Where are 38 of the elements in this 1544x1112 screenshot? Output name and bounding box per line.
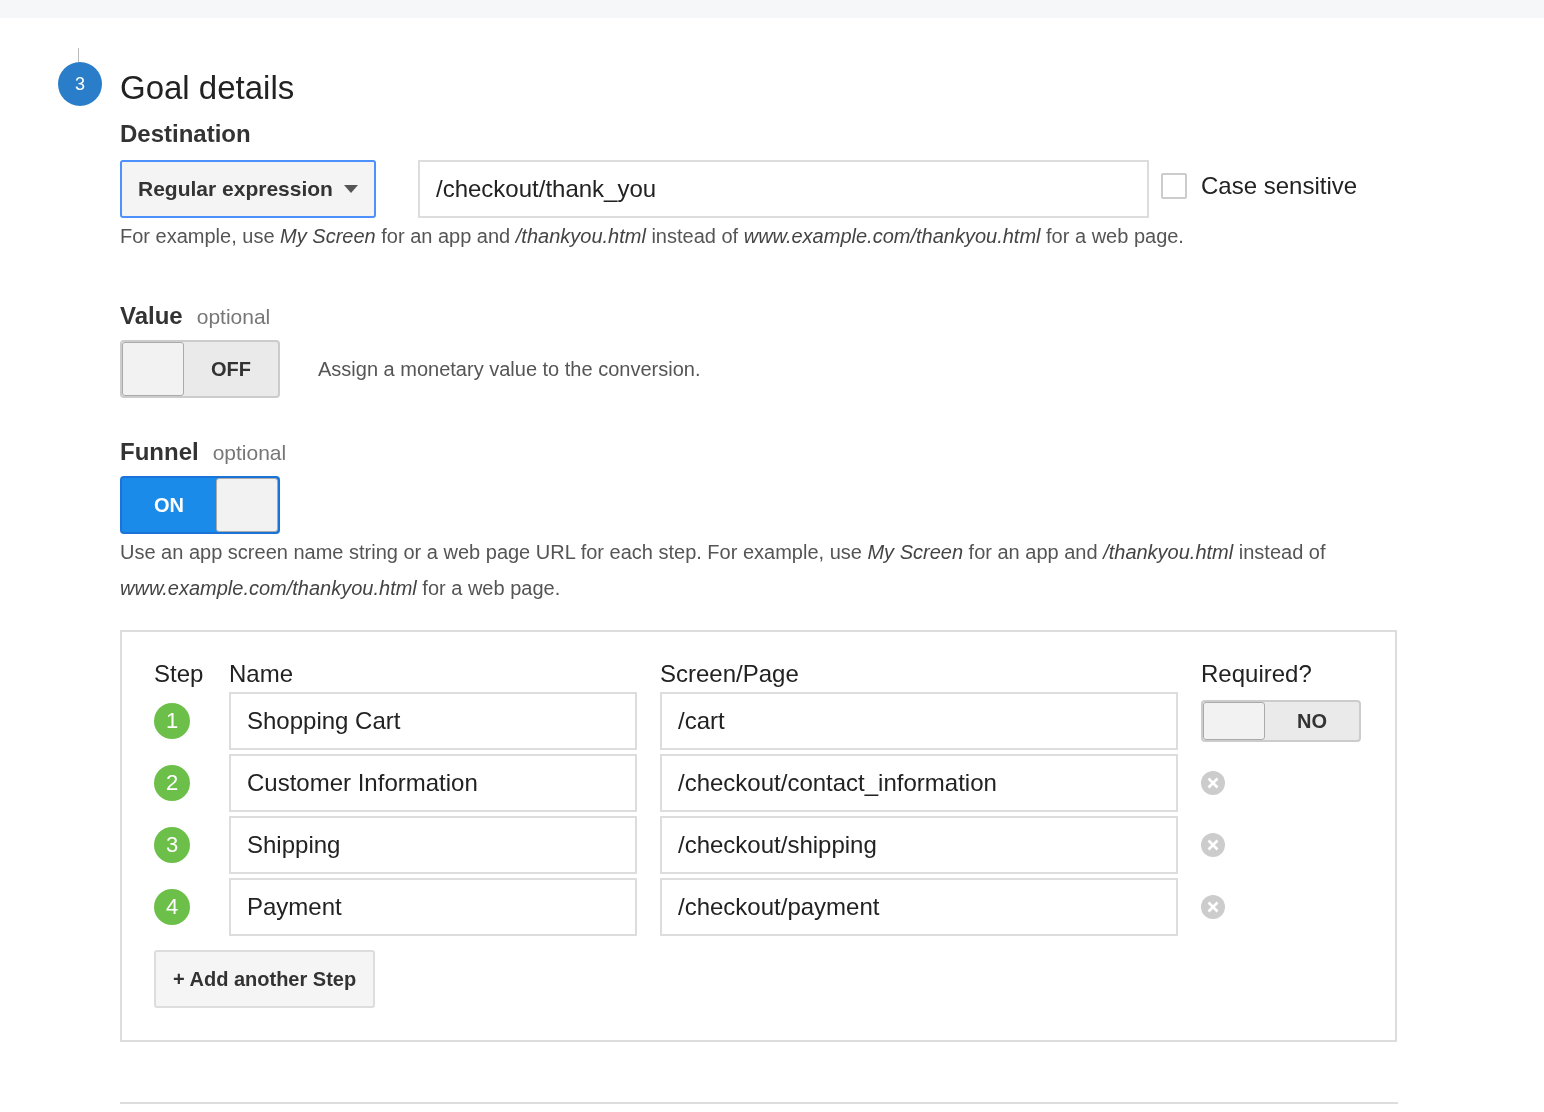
match-type-dropdown[interactable]: Regular expression (120, 160, 376, 218)
step-name-input[interactable]: Payment (229, 878, 637, 936)
caret-icon (344, 185, 358, 193)
remove-icon[interactable] (1201, 771, 1225, 795)
step-page-input[interactable]: /checkout/payment (660, 878, 1178, 936)
remove-icon[interactable] (1201, 833, 1225, 857)
step-number-badge: 2 (154, 765, 190, 801)
step-page-input[interactable]: /cart (660, 692, 1178, 750)
hint-text: For example, use My Screen for an app and /thankyou.html instead of www.example.com/thankyou.html for a web page. (120, 224, 1185, 249)
step-name-input[interactable]: Customer Information (229, 754, 637, 812)
description-text: Assign a monetary value to the conversion. (318, 357, 701, 381)
checkbox-label: Case sensitive (1201, 172, 1358, 200)
remove-icon[interactable] (1201, 895, 1225, 919)
optional-label: optional (212, 441, 287, 465)
hint-text: Use an app screen name string or a web page URL for each step. For example, use My Screen for an app and /thankyou.html instead of www.example.com/thankyou.html for a web page. (120, 540, 1327, 601)
add-step-button[interactable]: + Add another Step (154, 950, 376, 1008)
step-number-badge: 1 (154, 703, 190, 739)
field-label: Value (120, 302, 183, 330)
step-name-input[interactable]: Shopping Cart (229, 692, 637, 750)
step-number-badge: 3 (58, 62, 102, 106)
column-header: Required? (1201, 660, 1313, 688)
column-header: Screen/Page (660, 660, 800, 688)
toggle-switch[interactable]: ON (120, 476, 280, 534)
column-header: Name (229, 660, 295, 688)
toggle-switch[interactable]: OFF (120, 340, 280, 398)
toggle-switch[interactable]: NO (1201, 700, 1361, 742)
step-name-input[interactable]: Shipping (229, 816, 637, 874)
column-header: Step (154, 660, 205, 688)
field-label: Funnel (120, 438, 199, 466)
field-label: Destination (120, 120, 251, 148)
step-page-input[interactable]: /checkout/shipping (660, 816, 1178, 874)
destination-input[interactable]: /checkout/thank_you (418, 160, 1149, 218)
step-number-badge: 3 (154, 827, 190, 863)
checkbox[interactable] (1161, 173, 1187, 199)
step-page-input[interactable]: /checkout/contact_information (660, 754, 1178, 812)
section-title: Goal details (120, 68, 296, 108)
step-number-badge: 4 (154, 889, 190, 925)
optional-label: optional (196, 305, 271, 329)
